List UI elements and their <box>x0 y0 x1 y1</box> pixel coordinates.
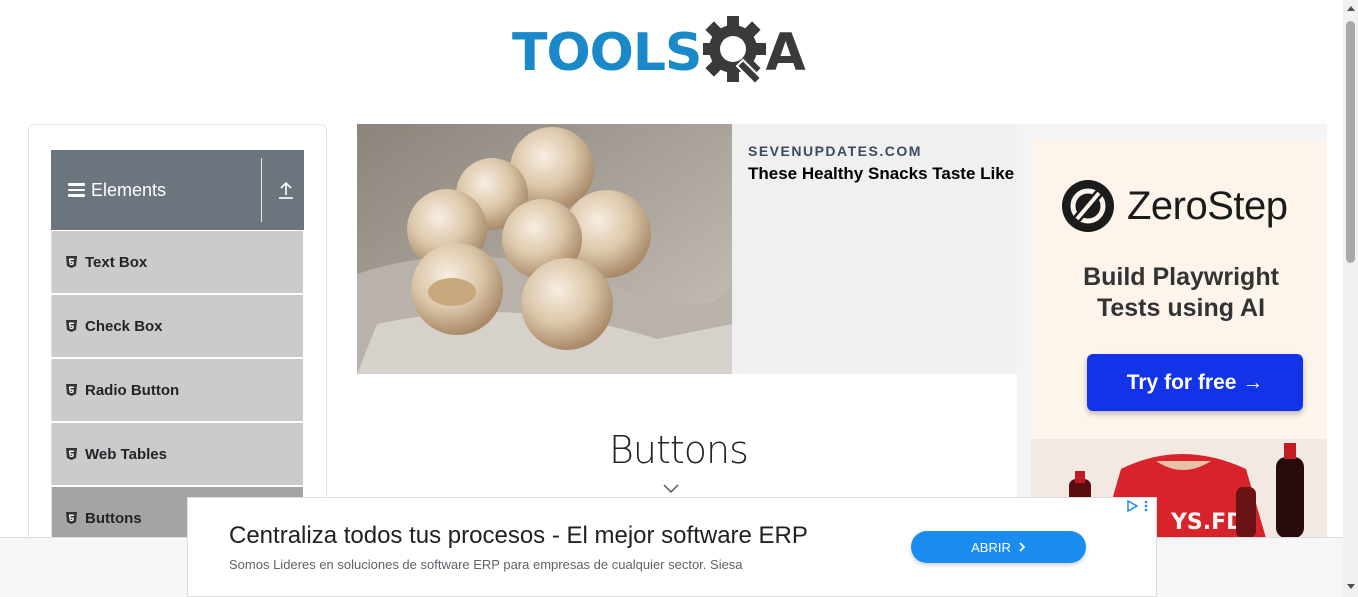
snacks-ad-image[interactable] <box>357 124 732 374</box>
sidebar-item-check-box[interactable]: Check Box <box>51 295 303 357</box>
erp-ad-title[interactable]: Centraliza todos tus procesos - El mejor… <box>229 522 808 550</box>
group-title: Elements <box>91 179 167 200</box>
sidebar-item-web-tables[interactable]: Web Tables <box>51 423 303 485</box>
chevron-right-icon <box>1019 542 1026 552</box>
html5-icon <box>66 384 77 396</box>
sidebar-item-text-box[interactable]: Text Box <box>51 231 303 293</box>
zerostep-tagline-line1: Build Playwright <box>1083 263 1279 291</box>
scroll-up-arrow-icon[interactable] <box>1347 6 1355 11</box>
ad-headline[interactable]: These Healthy Snacks Taste Like Candy <box>748 164 1017 184</box>
scroll-down-arrow-icon[interactable] <box>1347 584 1355 589</box>
page-scrollbar[interactable] <box>1343 0 1358 597</box>
sidebar-item-radio-button[interactable]: Radio Button <box>51 359 303 421</box>
more-options-icon[interactable] <box>1144 500 1148 512</box>
html5-icon <box>66 448 77 460</box>
menu-icon <box>68 183 85 197</box>
snacks-ad[interactable]: SEVENUPDATES.COM These Healthy Snacks Ta… <box>357 124 1017 374</box>
sidebar-item-label: Radio Button <box>85 381 180 399</box>
chevron-down-icon <box>663 484 679 494</box>
erp-ad[interactable]: Centraliza todos tus procesos - El mejor… <box>187 497 1157 597</box>
toolsqa-logo[interactable]: TOOLS A <box>512 16 806 90</box>
adchoices-icon[interactable] <box>1126 500 1138 512</box>
zerostep-tagline-line2: Tests using AI <box>1096 294 1266 322</box>
page: TOOLS A Elements Text Box Check Box Radi… <box>0 0 1358 597</box>
ad-choices[interactable] <box>1126 500 1148 512</box>
collapse-up-icon[interactable] <box>277 180 295 200</box>
sidebar-item-label: Buttons <box>85 509 142 527</box>
sidebar-item-label: Web Tables <box>85 445 167 463</box>
erp-ad-description[interactable]: Somos Lideres en soluciones de software … <box>229 557 743 572</box>
divider <box>261 158 262 222</box>
elements-group-header[interactable]: Elements <box>51 150 304 230</box>
zerostep-logo: ZeroStep <box>1061 179 1288 233</box>
abrir-label: ABRIR <box>971 539 1011 555</box>
html5-icon <box>66 512 77 524</box>
html5-icon <box>66 320 77 332</box>
sidebar-item-label: Text Box <box>85 253 148 271</box>
zerostep-logo-icon <box>1062 180 1114 232</box>
ad-source[interactable]: SEVENUPDATES.COM <box>748 143 922 159</box>
logo-a-text: A <box>765 23 806 83</box>
logo-qa-mark: A <box>703 16 806 90</box>
zerostep-ad[interactable]: ZeroStep Build Playwright Tests using AI… <box>1017 124 1327 538</box>
zerostep-brand: ZeroStep <box>1127 183 1288 228</box>
scrollbar-thumb[interactable] <box>1346 21 1355 263</box>
abrir-button[interactable]: ABRIR <box>911 531 1086 563</box>
svg-text:YS.FD: YS.FD <box>1170 510 1244 535</box>
zerostep-card[interactable]: ZeroStep Build Playwright Tests using AI… <box>1031 139 1327 439</box>
zerostep-tagline: Build Playwright Tests using AI <box>1031 262 1327 324</box>
sidebar-item-label: Check Box <box>85 317 163 335</box>
gear-magnifier-icon <box>703 16 767 86</box>
page-title: Buttons <box>609 428 749 472</box>
try-for-free-button[interactable]: Try for free → <box>1087 354 1303 411</box>
html5-icon <box>66 256 77 268</box>
logo-tools-text: TOOLS <box>512 23 702 83</box>
